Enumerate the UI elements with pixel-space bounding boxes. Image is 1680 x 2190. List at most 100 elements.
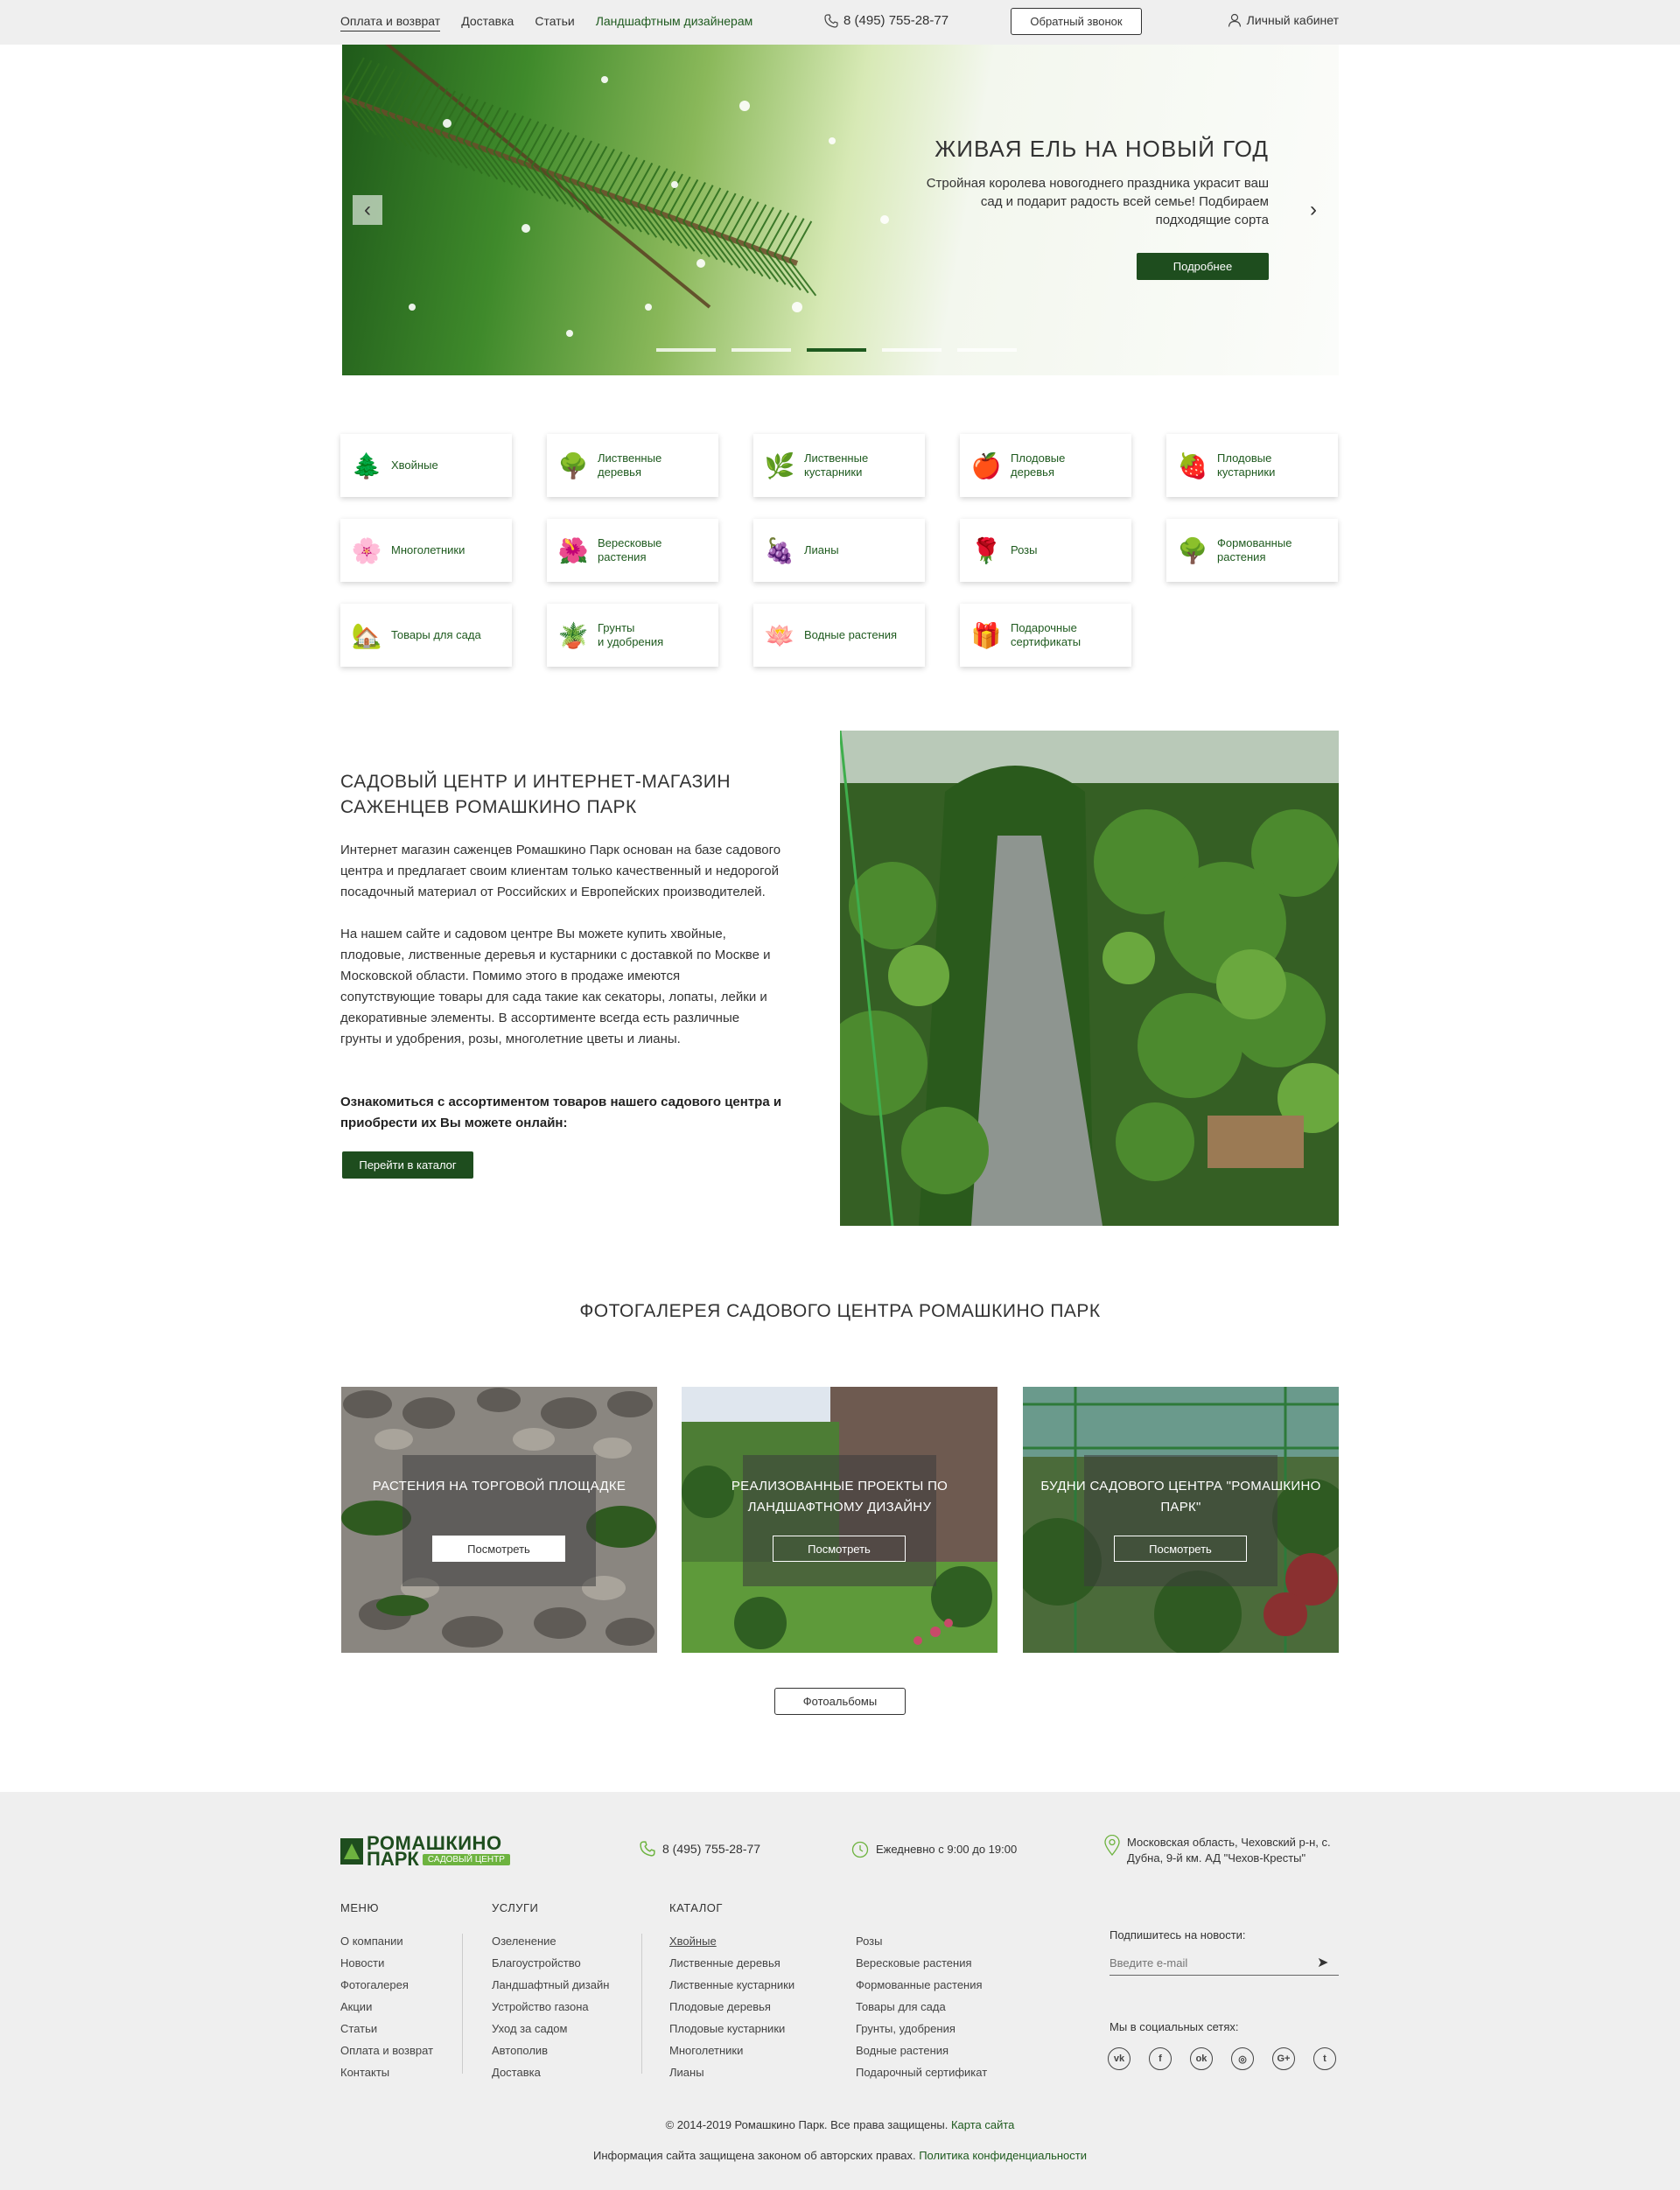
slider-dot[interactable] — [656, 348, 716, 352]
category-card[interactable]: 🏡 Товары для сада — [340, 604, 512, 667]
footer-link[interactable]: О компании — [340, 1930, 433, 1952]
logo-line-2: ПАРК — [367, 1848, 419, 1870]
twitter-icon[interactable]: t — [1313, 2047, 1336, 2070]
footer-link[interactable]: Ландшафтный дизайн — [492, 1974, 609, 1996]
footer-logo[interactable]: РОМАШКИНО ПАРК САДОВЫЙ ЦЕНТР — [340, 1834, 510, 1870]
shrub-icon: 🌿 — [764, 451, 795, 479]
category-card[interactable]: 🌿 Лиственные кустарники — [753, 434, 925, 497]
footer-link[interactable]: Устройство газона — [492, 1996, 609, 2018]
footer-link[interactable]: Грунты, удобрения — [856, 2018, 987, 2040]
hero-more-button[interactable]: Подробнее — [1137, 253, 1269, 280]
top-nav-link[interactable]: Доставка — [461, 14, 514, 31]
phone-icon — [824, 13, 838, 28]
gallery-card-daily[interactable]: БУДНИ САДОВОГО ЦЕНТРА "РОМАШКИНО ПАРК" П… — [1023, 1387, 1339, 1653]
slider-dot[interactable] — [882, 348, 942, 352]
gallery-view-button[interactable]: Посмотреть — [432, 1536, 565, 1562]
facebook-icon[interactable]: f — [1149, 2047, 1172, 2070]
footer-link[interactable]: Уход за садом — [492, 2018, 609, 2040]
send-icon[interactable]: ➤ — [1317, 1954, 1328, 1971]
google-plus-icon[interactable]: G+ — [1272, 2047, 1295, 2070]
gallery-view-button[interactable]: Посмотреть — [1114, 1536, 1247, 1562]
category-card[interactable]: 🍇 Лианы — [753, 519, 925, 582]
footer-phone[interactable]: 8 (495) 755-28-77 — [640, 1841, 760, 1857]
catalog-button[interactable]: Перейти в каталог — [342, 1151, 473, 1179]
footer-link[interactable]: Автополив — [492, 2040, 609, 2061]
footer-link[interactable]: Новости — [340, 1952, 433, 1974]
category-card[interactable]: 🎁 Подарочные сертификаты — [960, 604, 1131, 667]
category-card[interactable]: 🌳 Лиственные деревья — [547, 434, 718, 497]
category-card[interactable]: 🪴 Грунты и удобрения — [547, 604, 718, 667]
footer-link[interactable]: Вересковые растения — [856, 1952, 987, 1974]
header-phone[interactable]: 8 (495) 755-28-77 — [824, 13, 948, 28]
privacy-policy-link[interactable]: Политика конфиденциальности — [919, 2149, 1087, 2162]
footer-hours-text: Ежедневно с 9:00 до 19:00 — [876, 1843, 1018, 1856]
photo-albums-button[interactable]: Фотоальбомы — [774, 1688, 906, 1715]
footer-link[interactable]: Акции — [340, 1996, 433, 2018]
category-card[interactable]: 🪷 Водные растения — [753, 604, 925, 667]
slider-prev-arrow[interactable]: ‹ — [353, 195, 382, 225]
fruit-tree-icon: 🍎 — [970, 451, 1002, 479]
category-card[interactable]: 🌳 Формованные растения — [1166, 519, 1338, 582]
footer-link[interactable]: Хвойные — [669, 1930, 794, 1952]
footer-link[interactable]: Товары для сада — [856, 1996, 987, 2018]
footer-link[interactable]: Лиственные деревья — [669, 1952, 794, 1974]
top-nav-link[interactable]: Оплата и возврат — [340, 14, 441, 31]
category-card[interactable]: 🌸 Многолетники — [340, 519, 512, 582]
footer-link[interactable]: Озеленение — [492, 1930, 609, 1952]
divider — [641, 1934, 642, 2074]
category-card[interactable]: 🍎 Плодовые деревья — [960, 434, 1131, 497]
category-card[interactable]: 🌹 Розы — [960, 519, 1131, 582]
footer-link[interactable]: Контакты — [340, 2061, 433, 2083]
footer-link[interactable]: Лианы — [669, 2061, 794, 2083]
footer-link[interactable]: Доставка — [492, 2061, 609, 2083]
footer-link[interactable]: Плодовые кустарники — [669, 2018, 794, 2040]
copyright-line: © 2014-2019 Ромашкино Парк. Все права за… — [0, 2118, 1680, 2131]
slider-dot[interactable] — [807, 348, 866, 352]
category-card[interactable]: 🌺 Вересковые растения — [547, 519, 718, 582]
sitemap-link[interactable]: Карта сайта — [951, 2118, 1014, 2131]
footer-phone-number: 8 (495) 755-28-77 — [662, 1842, 761, 1856]
slider-dots — [656, 348, 1017, 352]
top-nav-link[interactable]: Статьи — [535, 14, 574, 31]
gift-card-icon: 🎁 — [970, 621, 1002, 649]
odnoklassniki-icon[interactable]: ok — [1190, 2047, 1213, 2070]
gallery-card-plants[interactable]: РАСТЕНИЯ НА ТОРГОВОЙ ПЛОЩАДКЕ Посмотреть — [341, 1387, 657, 1653]
account-link[interactable]: Личный кабинет — [1228, 13, 1339, 27]
rose-icon: 🌹 — [970, 536, 1002, 564]
legal-line: Информация сайта защищена законом об авт… — [0, 2149, 1680, 2162]
gallery-card-projects[interactable]: РЕАЛИЗОВАННЫЕ ПРОЕКТЫ ПО ЛАНДШАФТНОМУ ДИ… — [682, 1387, 998, 1653]
footer-services-title: УСЛУГИ — [492, 1901, 539, 1914]
category-card[interactable]: 🍓 Плодовые кустарники — [1166, 434, 1338, 497]
gallery-card-title: РАСТЕНИЯ НА ТОРГОВОЙ ПЛОЩАДКЕ — [372, 1479, 626, 1494]
slider-dot[interactable] — [732, 348, 791, 352]
vk-icon[interactable]: vk — [1108, 2047, 1130, 2070]
water-plant-icon: 🪷 — [764, 621, 795, 649]
about-paragraph-2: На нашем сайте и садовом центре Вы может… — [340, 927, 771, 1046]
user-icon — [1228, 13, 1241, 27]
hero-text: Стройная королева новогоднего праздника … — [926, 176, 1269, 227]
footer-link[interactable]: Многолетники — [669, 2040, 794, 2061]
footer-link[interactable]: Плодовые деревья — [669, 1996, 794, 2018]
footer-catalog-title: КАТАЛОГ — [669, 1901, 723, 1914]
footer-link[interactable]: Лиственные кустарники — [669, 1974, 794, 1996]
footer-link[interactable]: Фотогалерея — [340, 1974, 433, 1996]
footer-link[interactable]: Формованные растения — [856, 1974, 987, 1996]
top-nav-link[interactable]: Ландшафтным дизайнерам — [596, 14, 753, 31]
footer-link[interactable]: Розы — [856, 1930, 987, 1952]
footer-link[interactable]: Оплата и возврат — [340, 2040, 433, 2061]
instagram-icon[interactable]: ◎ — [1231, 2047, 1254, 2070]
slider-next-arrow[interactable]: › — [1298, 195, 1328, 225]
callback-button[interactable]: Обратный звонок — [1011, 8, 1142, 35]
slider-dot[interactable] — [957, 348, 1017, 352]
gallery-view-button[interactable]: Посмотреть — [773, 1536, 906, 1562]
footer-link[interactable]: Водные растения — [856, 2040, 987, 2061]
subscribe-label: Подпишитесь на новости: — [1110, 1928, 1246, 1942]
footer-link[interactable]: Статьи — [340, 2018, 433, 2040]
footer-link[interactable]: Подарочный сертификат — [856, 2061, 987, 2083]
hero-slider: ‹ › ЖИВАЯ ЕЛЬ НА НОВЫЙ ГОД Стройная коро… — [342, 45, 1339, 375]
footer-link[interactable]: Благоустройство — [492, 1952, 609, 1974]
category-card[interactable]: 🌲 Хвойные — [340, 434, 512, 497]
phone-icon — [640, 1841, 655, 1857]
social-links: vk f ok ◎ G+ t — [1108, 2047, 1336, 2070]
email-input[interactable] — [1110, 1951, 1339, 1976]
